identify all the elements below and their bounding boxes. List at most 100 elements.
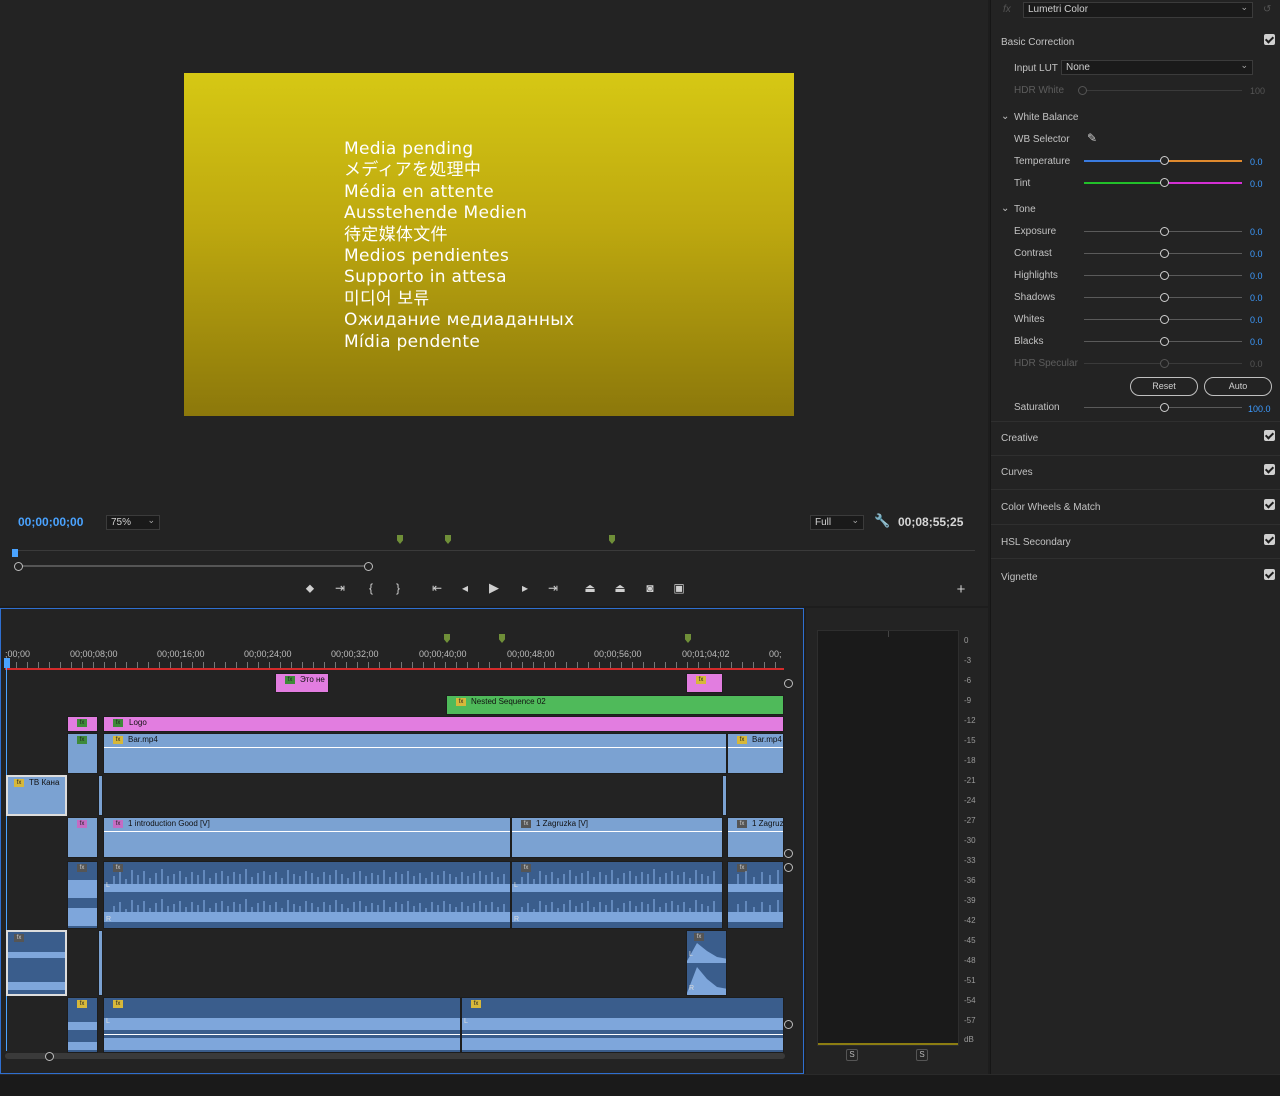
wrench-icon[interactable]: 🔧 [874,513,890,529]
effect-select[interactable]: Lumetri Color ⌄ [1023,2,1253,18]
scrollbar-thumb[interactable] [5,1053,785,1059]
chevron-down-icon[interactable]: ⌄ [1001,203,1009,214]
basic-correction-checkbox[interactable] [1264,34,1275,45]
zoom-level-select[interactable]: 75% ⌄ [106,515,160,530]
playhead[interactable] [4,658,10,668]
audio-clip[interactable]: fx [67,997,98,1053]
clip-nested-sequence[interactable]: fx Nested Sequence 02 [446,695,784,715]
clip-bar-mp4[interactable]: fx Bar.mp4 [727,733,784,774]
basic-correction-header[interactable]: Basic Correction [1001,37,1074,48]
curves-header[interactable]: Curves [1001,467,1033,478]
audio-clip[interactable]: fx L R [686,930,727,996]
zoom-handle-left[interactable] [14,562,23,571]
clip-blue[interactable]: fx [67,817,98,858]
clip-zagruzka[interactable]: fx 1 Zagruz [727,817,784,858]
marker-icon[interactable] [499,634,505,643]
vignette-checkbox[interactable] [1264,569,1275,580]
zoom-scrollbar[interactable] [14,562,976,571]
exposure-value[interactable]: 0.0 [1250,227,1263,237]
clip-introduction[interactable]: fx 1 introduction Good [V] [103,817,511,858]
saturation-value[interactable]: 100.0 [1248,404,1271,414]
export-frame-in-icon[interactable]: ⇥ [331,579,349,597]
creative-checkbox[interactable] [1264,430,1275,441]
go-to-out-icon[interactable]: ⇥ [544,579,562,597]
audio-clip-music[interactable]: fx L [103,997,461,1053]
contrast-value[interactable]: 0.0 [1250,249,1263,259]
marker-icon[interactable] [609,535,615,544]
chevron-down-icon[interactable]: ⌄ [1001,111,1009,122]
mark-in-icon[interactable]: { [362,579,380,597]
whites-value[interactable]: 0.0 [1250,315,1263,325]
current-timecode[interactable]: 00;00;00;00 [18,515,83,529]
solo-left-button[interactable]: S [846,1049,858,1061]
color-wheels-header[interactable]: Color Wheels & Match [1001,502,1100,513]
hsl-secondary-header[interactable]: HSL Secondary [1001,537,1071,548]
contrast-knob[interactable] [1160,249,1169,258]
playhead[interactable] [12,549,18,557]
highlights-knob[interactable] [1160,271,1169,280]
clip-blue[interactable]: fx [67,733,98,774]
clip-pink[interactable]: fx [67,716,98,732]
go-to-in-icon[interactable]: ⇤ [428,579,446,597]
reset-effect-icon[interactable]: ↺ [1263,4,1271,15]
audio-clip[interactable]: fx [67,861,98,929]
clip-pink[interactable]: fx [686,673,723,693]
marker-icon[interactable] [445,535,451,544]
video-scroll-handle-bottom[interactable] [784,849,793,858]
audio-clip-tv-kana[interactable]: fx [6,930,67,996]
hdr-white-knob[interactable] [1078,86,1087,95]
exposure-knob[interactable] [1160,227,1169,236]
audio-clip-introduction[interactable]: fx L R [103,861,511,929]
audio-clip-zagruzka[interactable]: fx L R [511,861,723,929]
audio-clip-music[interactable]: fx L [461,997,784,1053]
add-button-icon[interactable]: + [952,581,970,599]
clip-bar-mp4[interactable]: fx Bar.mp4 [103,733,727,774]
blacks-knob[interactable] [1160,337,1169,346]
hdr-specular-knob[interactable] [1160,359,1169,368]
vignette-header[interactable]: Vignette [1001,572,1038,583]
clip-zagruzka[interactable]: fx 1 Zagruzka [V] [511,817,723,858]
tint-knob[interactable] [1160,178,1169,187]
shadows-value[interactable]: 0.0 [1250,293,1263,303]
horizontal-scrollbar[interactable] [5,1053,785,1059]
auto-button[interactable]: Auto [1204,377,1272,396]
timeline-zoom-handle[interactable] [45,1052,54,1061]
clip-eto-ne[interactable]: fx Это не [275,673,329,693]
extract-icon[interactable]: ⏏ [611,579,629,597]
hdr-white-value[interactable]: 100 [1250,86,1265,96]
hdr-white-slider[interactable] [1084,90,1242,91]
zoom-handle-right[interactable] [364,562,373,571]
creative-header[interactable]: Creative [1001,433,1038,444]
white-balance-header[interactable]: White Balance [1014,112,1078,123]
audio-scroll-handle-top[interactable] [784,863,793,872]
step-back-icon[interactable]: ◂ [456,579,474,597]
add-marker-icon[interactable]: ⬥ [301,579,319,597]
audio-clip[interactable]: fx [727,861,784,929]
clip-tv-kana[interactable]: fx ТВ Кана [6,775,67,816]
eyedropper-icon[interactable]: ✎ [1087,131,1097,145]
resolution-select[interactable]: Full ⌄ [810,515,864,530]
marker-icon[interactable] [444,634,450,643]
saturation-knob[interactable] [1160,403,1169,412]
work-area-bar[interactable] [5,668,784,670]
monitor-ruler[interactable] [14,550,975,551]
temperature-knob[interactable] [1160,156,1169,165]
audio-scroll-handle-bottom[interactable] [784,1020,793,1029]
highlights-value[interactable]: 0.0 [1250,271,1263,281]
tint-value[interactable]: 0.0 [1250,179,1263,189]
temperature-value[interactable]: 0.0 [1250,157,1263,167]
whites-knob[interactable] [1160,315,1169,324]
video-scroll-handle-top[interactable] [784,679,793,688]
input-lut-select[interactable]: None ⌄ [1061,60,1253,75]
hsl-secondary-checkbox[interactable] [1264,534,1275,545]
camera-icon[interactable]: ◙ [641,579,659,597]
lift-icon[interactable]: ⏏ [581,579,599,597]
clip-logo[interactable]: fx Logo [103,716,784,732]
solo-right-button[interactable]: S [916,1049,928,1061]
clip-blue[interactable] [98,775,103,816]
marker-icon[interactable] [685,634,691,643]
reset-button[interactable]: Reset [1130,377,1198,396]
marker-icon[interactable] [397,535,403,544]
blacks-value[interactable]: 0.0 [1250,337,1263,347]
shadows-knob[interactable] [1160,293,1169,302]
